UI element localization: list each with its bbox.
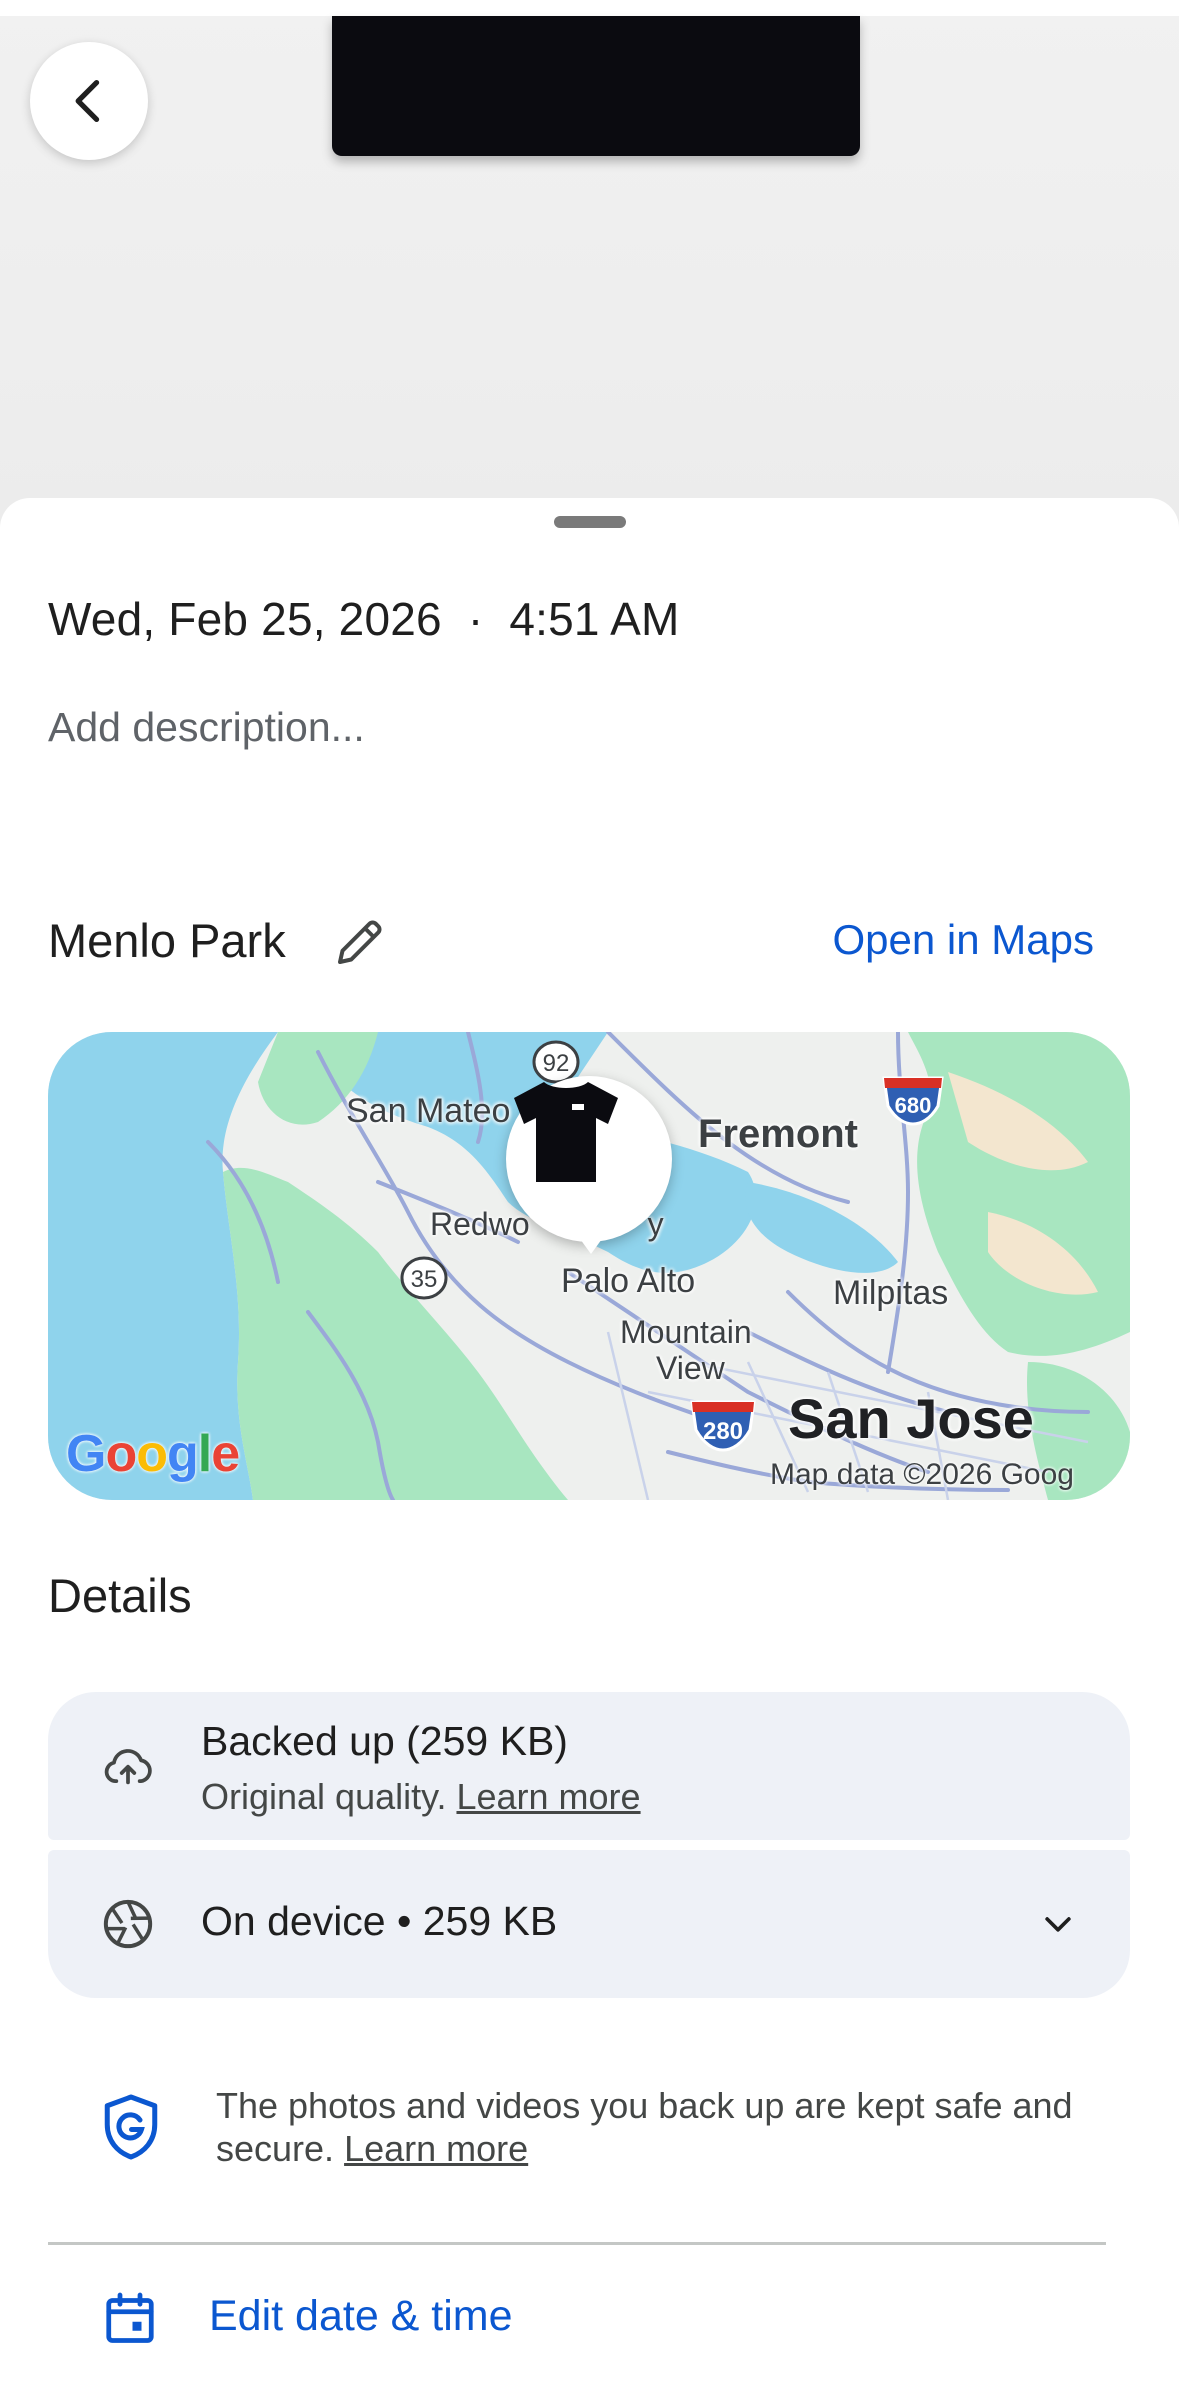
- map-label-palo-alto: Palo Alto: [561, 1262, 696, 1300]
- backup-safety-note: The photos and videos you back up are ke…: [216, 2085, 1073, 2169]
- description-field[interactable]: Add description...: [48, 704, 365, 751]
- svg-text:280: 280: [703, 1418, 743, 1445]
- map-label-san-mateo: San Mateo: [346, 1092, 511, 1130]
- backup-subtitle: Original quality. Learn more: [201, 1776, 641, 1817]
- date-text: Wed, Feb 25, 2026: [48, 593, 442, 645]
- map-label-milpitas: Milpitas: [833, 1274, 949, 1312]
- on-device-title: On device • 259 KB: [201, 1898, 558, 1944]
- shield-icon: [104, 2094, 158, 2160]
- tshirt-thumbnail: [514, 1082, 618, 1182]
- cloud-upload-icon: [104, 1749, 152, 1785]
- chevron-down-icon[interactable]: [1038, 1904, 1078, 1944]
- backup-title: Backed up (259 KB): [201, 1718, 568, 1764]
- map-label-san-jose: San Jose: [788, 1387, 1034, 1450]
- photo-top-edge: [0, 0, 1179, 16]
- sheet-drag-handle[interactable]: [554, 516, 626, 528]
- map-attribution: Map data ©2026 Goog: [770, 1458, 1074, 1491]
- svg-text:680: 680: [895, 1093, 932, 1118]
- safety-learn-more-link[interactable]: Learn more: [344, 2128, 528, 2169]
- map-label-mountain: Mountain: [620, 1314, 752, 1350]
- date-time[interactable]: Wed, Feb 25, 2026 · 4:51 AM: [48, 592, 680, 646]
- details-heading: Details: [48, 1569, 192, 1622]
- camera-aperture-icon: [103, 1899, 153, 1949]
- google-logo: Google: [66, 1425, 240, 1483]
- map-label-fremont: Fremont: [698, 1112, 858, 1156]
- open-in-maps-link[interactable]: Open in Maps: [833, 916, 1094, 964]
- photo-preview[interactable]: [0, 0, 1179, 540]
- calendar-icon[interactable]: [100, 2288, 160, 2348]
- arrow-back-icon: [75, 79, 100, 123]
- edit-date-time-button[interactable]: Edit date & time: [209, 2292, 513, 2341]
- pin-pointer: [575, 1232, 607, 1254]
- date-separator: ·: [467, 593, 484, 645]
- on-device-card[interactable]: On device • 259 KB: [48, 1850, 1130, 1998]
- backup-status-card[interactable]: Backed up (259 KB) Original quality. Lea…: [48, 1692, 1130, 1840]
- tshirt-photo: [332, 16, 860, 156]
- back-button[interactable]: [30, 42, 148, 160]
- route-280-shield: 280: [690, 1400, 756, 1452]
- svg-text:35: 35: [411, 1266, 438, 1293]
- route-35-shield: 35: [400, 1256, 448, 1300]
- location-map[interactable]: 92 680 35 280 San Mateo Fremont Redwo y P…: [48, 1032, 1130, 1500]
- route-680-shield: 680: [882, 1076, 944, 1126]
- svg-text:92: 92: [543, 1050, 570, 1077]
- map-label-view: View: [656, 1350, 725, 1386]
- section-divider: [48, 2242, 1106, 2245]
- pencil-icon[interactable]: [330, 912, 390, 972]
- location-name: Menlo Park: [48, 914, 286, 967]
- time-text: 4:51 AM: [509, 593, 680, 645]
- backup-learn-more-link[interactable]: Learn more: [456, 1776, 640, 1817]
- photo-location-pin[interactable]: [506, 1076, 672, 1242]
